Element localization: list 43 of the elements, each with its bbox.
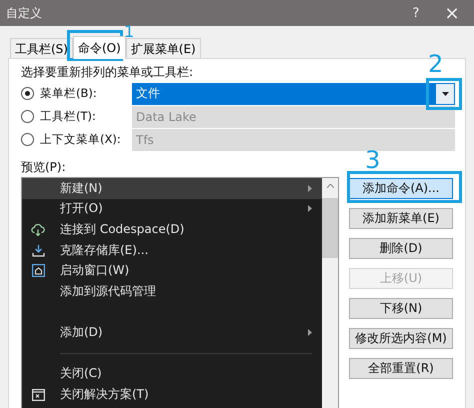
- radio-label: 上下文菜单(X):: [40, 132, 122, 147]
- submenu-arrow-icon: [308, 205, 312, 212]
- menu-item[interactable]: 添加(D): [22, 322, 322, 343]
- window-title: 自定义: [5, 4, 43, 22]
- preview-label: 预览(P):: [21, 159, 67, 176]
- scroll-thumb[interactable]: [322, 198, 338, 258]
- tab[interactable]: 工具栏(S): [10, 38, 73, 58]
- scroll-up-icon[interactable]: [326, 184, 334, 188]
- command-button[interactable]: 全部重置(R): [349, 358, 453, 379]
- prompt-label: 选择要重新排列的菜单或工具栏:: [21, 64, 194, 81]
- command-button[interactable]: 删除(D): [349, 238, 453, 259]
- menu-item[interactable]: 克隆存储库(E)...: [22, 240, 322, 260]
- menu-item[interactable]: 新建(N): [22, 178, 322, 199]
- menu-item[interactable]: 关闭(C): [22, 363, 322, 384]
- tab[interactable]: 扩展菜单(E): [126, 38, 201, 58]
- window-close-icon: [32, 388, 44, 401]
- download-icon: [32, 244, 44, 257]
- menu-item[interactable]: 关闭解决方案(T): [22, 384, 322, 405]
- menu-item[interactable]: 连接到 Codespace(D): [22, 219, 322, 240]
- cloud-icon: [31, 222, 45, 236]
- dropdown-field[interactable]: 文件: [132, 82, 455, 104]
- highlight-frame: [67, 30, 123, 61]
- menu-item[interactable]: 打开(O): [22, 198, 322, 220]
- step-number: 1: [124, 24, 134, 40]
- submenu-arrow-icon: [308, 184, 312, 192]
- step-number: 2: [428, 52, 444, 76]
- tab[interactable]: 命令(O): [72, 36, 126, 59]
- scrollbar[interactable]: [322, 178, 338, 408]
- command-button[interactable]: 添加新菜单(E): [349, 208, 453, 229]
- highlight-frame: [426, 78, 462, 110]
- home-window-icon: [32, 264, 44, 278]
- command-button[interactable]: 下移(N): [349, 298, 453, 319]
- command-button[interactable]: 修改所选内容(M): [349, 328, 453, 349]
- close-button[interactable]: ×: [434, 2, 470, 24]
- radio-label: 工具栏(T):: [40, 109, 97, 124]
- radio-label: 菜单栏(B):: [40, 86, 98, 101]
- submenu-arrow-icon: [308, 328, 312, 336]
- command-button[interactable]: 添加命令(A)...: [349, 178, 453, 199]
- menu-item[interactable]: 启动窗口(W): [22, 260, 322, 281]
- menu-item[interactable]: 添加到源代码管理: [22, 280, 322, 302]
- step-number: 3: [365, 148, 380, 172]
- help-button[interactable]: ?: [398, 6, 434, 20]
- radio-button[interactable]: [21, 87, 34, 100]
